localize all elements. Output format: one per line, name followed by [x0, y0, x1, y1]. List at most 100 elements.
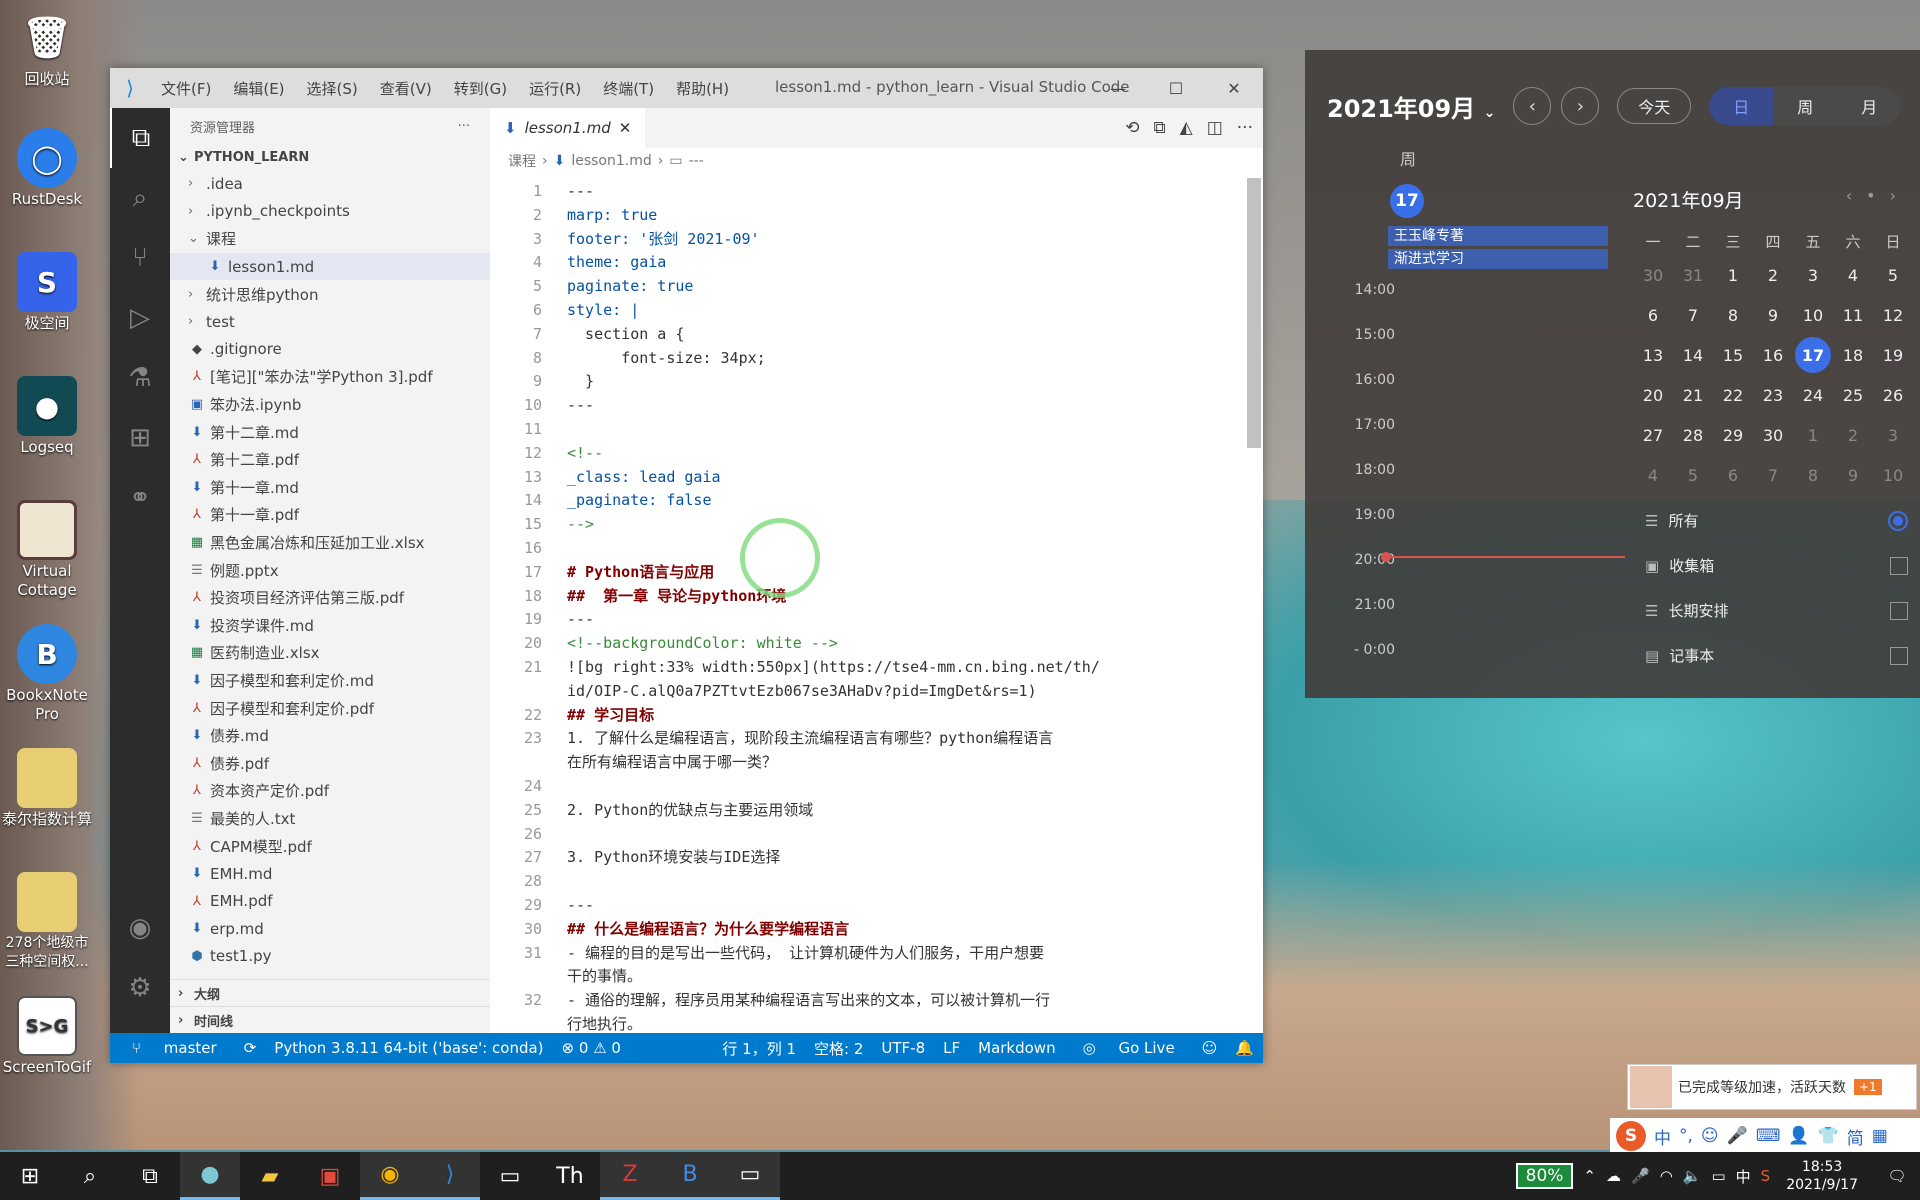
indentation-status[interactable]: 空格: 2 [805, 1038, 872, 1059]
python-interpreter[interactable]: Python 3.8.11 64-bit ('base': conda) [265, 1039, 552, 1057]
menu-item[interactable]: 转到(G) [443, 80, 518, 98]
maximize-icon[interactable]: ☐ [1147, 68, 1205, 108]
mini-calendar-day[interactable]: 14 [1673, 335, 1713, 375]
file-item[interactable]: ⅄ 投资项目经济评估第三版.pdf [170, 584, 490, 612]
desktop-icon-rustdesk[interactable]: ◯ RustDesk [0, 128, 94, 209]
file-item[interactable]: ⅄ 资本资产定价.pdf [170, 777, 490, 805]
search-icon[interactable]: ⌕ [110, 168, 170, 228]
file-item[interactable]: ⅄ 第十二章.pdf [170, 446, 490, 474]
desktop-icon-bookxnote[interactable]: B BookxNote Pro [0, 624, 94, 724]
event-item[interactable]: 渐进式学习 [1388, 249, 1608, 269]
file-item[interactable]: ⅄ 第十一章.pdf [170, 501, 490, 529]
mini-calendar-day[interactable]: 4 [1633, 455, 1673, 495]
start-windows-icon[interactable]: ⊞ [0, 1152, 60, 1200]
menu-item[interactable]: 编辑(E) [222, 80, 295, 98]
view-day-button[interactable]: 日 [1709, 87, 1774, 125]
file-item[interactable]: ⬢ test1.py [170, 943, 490, 971]
mini-calendar-day[interactable]: 27 [1633, 415, 1673, 455]
cloud-icon[interactable]: ☁ [1606, 1167, 1621, 1185]
mini-calendar-day[interactable]: 1 [1793, 415, 1833, 455]
view-week-button[interactable]: 周 [1773, 87, 1837, 125]
emoji-icon[interactable]: ☺ [1701, 1126, 1719, 1146]
taskbar-bookxnote-icon[interactable]: B [660, 1152, 720, 1200]
mini-calendar-day[interactable]: 21 [1673, 375, 1713, 415]
breadcrumb-symbol[interactable]: --- [689, 153, 704, 169]
mini-calendar-day[interactable]: 6 [1633, 295, 1673, 335]
mini-calendar-day[interactable]: 13 [1633, 335, 1673, 375]
settings-gear-icon[interactable]: ⚙ [110, 958, 170, 1018]
account-icon[interactable]: ◉ [110, 898, 170, 958]
open-preview-icon[interactable]: ⧉ [1154, 118, 1166, 138]
category-checkbox[interactable] [1890, 556, 1908, 575]
file-item[interactable]: ⬇ 债券.md [170, 722, 490, 750]
mini-calendar-day[interactable]: 19 [1873, 335, 1913, 375]
user-icon[interactable]: 👤 [1788, 1126, 1809, 1146]
mini-calendar-day[interactable]: 7 [1673, 295, 1713, 335]
mini-calendar-day[interactable]: 8 [1713, 295, 1753, 335]
mini-calendar-day[interactable]: 28 [1673, 415, 1713, 455]
mini-calendar-day[interactable]: 7 [1753, 455, 1793, 495]
mini-calendar-day[interactable]: 24 [1793, 375, 1833, 415]
taskbar-terminal-icon[interactable]: ▭ [480, 1152, 540, 1200]
file-item[interactable]: ▦ 黑色金属冶炼和压延加工业.xlsx [170, 529, 490, 557]
keyboard-icon[interactable]: ⌨ [1756, 1126, 1781, 1146]
mini-calendar-day[interactable]: 3 [1873, 415, 1913, 455]
file-item[interactable]: ☰ 例题.pptx [170, 556, 490, 584]
task-view-icon[interactable]: ⧉ [120, 1152, 180, 1200]
category-item[interactable]: ☰ 所有 [1645, 498, 1920, 543]
mini-calendar-day[interactable]: 9 [1753, 295, 1793, 335]
mini-calendar-day[interactable]: 18 [1833, 335, 1873, 375]
taskbar-typora-icon[interactable]: Th [540, 1152, 600, 1200]
chevron-right-icon[interactable]: › [1890, 186, 1910, 205]
category-radio[interactable] [1888, 510, 1908, 531]
desktop-icon-logseq[interactable]: ● Logseq [0, 376, 94, 457]
category-item[interactable]: ▤ 记事本 [1645, 633, 1920, 678]
file-item[interactable]: ◆ .gitignore [170, 336, 490, 364]
file-item[interactable]: ⬇ 第十二章.md [170, 418, 490, 446]
tab-lesson1[interactable]: ⬇ lesson1.md ✕ [490, 108, 646, 148]
mini-calendar-day[interactable]: 5 [1673, 455, 1713, 495]
mini-calendar-day[interactable]: 30 [1753, 415, 1793, 455]
mini-calendar-day[interactable]: 30 [1633, 255, 1673, 295]
testing-icon[interactable]: ⚗ [110, 348, 170, 408]
system-clock[interactable]: 18:53 2021/9/17 [1786, 1158, 1858, 1194]
mini-calendar-day[interactable]: 25 [1833, 375, 1873, 415]
cursor-position[interactable]: 行 1，列 1 [713, 1038, 805, 1059]
extensions-icon[interactable]: ⊞ [110, 408, 170, 468]
mini-calendar-day[interactable]: 12 [1873, 295, 1913, 335]
workspace-root[interactable]: ⌄ PYTHON_LEARN [170, 144, 490, 170]
mini-calendar-day[interactable]: 2 [1833, 415, 1873, 455]
taskbar-file-explorer-icon[interactable]: ▰ [240, 1152, 300, 1200]
taskbar-chrome-icon[interactable]: ◉ [360, 1152, 420, 1200]
minimize-icon[interactable]: — [1089, 68, 1147, 108]
file-item[interactable]: ⬇ EMH.md [170, 860, 490, 888]
file-item[interactable]: ⅄ [笔记]["笨办法"学Python 3].pdf [170, 363, 490, 391]
tab-close-icon[interactable]: ✕ [619, 119, 632, 137]
sync-icon[interactable]: ⟳ [235, 1039, 266, 1057]
mini-calendar-today[interactable]: 17 [1795, 337, 1831, 373]
taskbar-zotero-icon[interactable]: Z [600, 1152, 660, 1200]
breadcrumb-file[interactable]: lesson1.md [571, 153, 651, 169]
mini-calendar-day[interactable]: 8 [1793, 455, 1833, 495]
encoding-status[interactable]: UTF-8 [872, 1039, 934, 1057]
mini-calendar-day[interactable]: 10 [1873, 455, 1913, 495]
category-checkbox[interactable] [1890, 601, 1908, 620]
go-live-button[interactable]: ◎ Go Live [1065, 1039, 1193, 1057]
menu-item[interactable]: 运行(R) [518, 80, 592, 98]
chevron-up-icon[interactable]: ⌃ [1583, 1167, 1596, 1185]
menu-item[interactable]: 帮助(H) [665, 80, 740, 98]
sogou-logo-icon[interactable]: S [1616, 1121, 1646, 1151]
mini-calendar-day[interactable]: 9 [1833, 455, 1873, 495]
mini-calendar-day[interactable]: 26 [1873, 375, 1913, 415]
breadcrumb-folder[interactable]: 课程 [508, 151, 536, 171]
file-item[interactable]: ⬇ 第十一章.md [170, 474, 490, 502]
file-item[interactable]: ☰ 最美的人.txt [170, 805, 490, 833]
mini-calendar-day[interactable]: 29 [1713, 415, 1753, 455]
dot-icon[interactable]: • [1866, 186, 1889, 205]
menu-item[interactable]: 查看(V) [369, 80, 443, 98]
wifi-icon[interactable]: ◠ [1660, 1167, 1673, 1185]
desktop-icon-recycle-bin[interactable]: 🗑 回收站 [0, 8, 94, 89]
menu-item[interactable]: 文件(F) [150, 80, 222, 98]
file-item[interactable]: ⅄ 债券.pdf [170, 749, 490, 777]
folder-item[interactable]: › .ipynb_checkpoints [170, 198, 490, 226]
